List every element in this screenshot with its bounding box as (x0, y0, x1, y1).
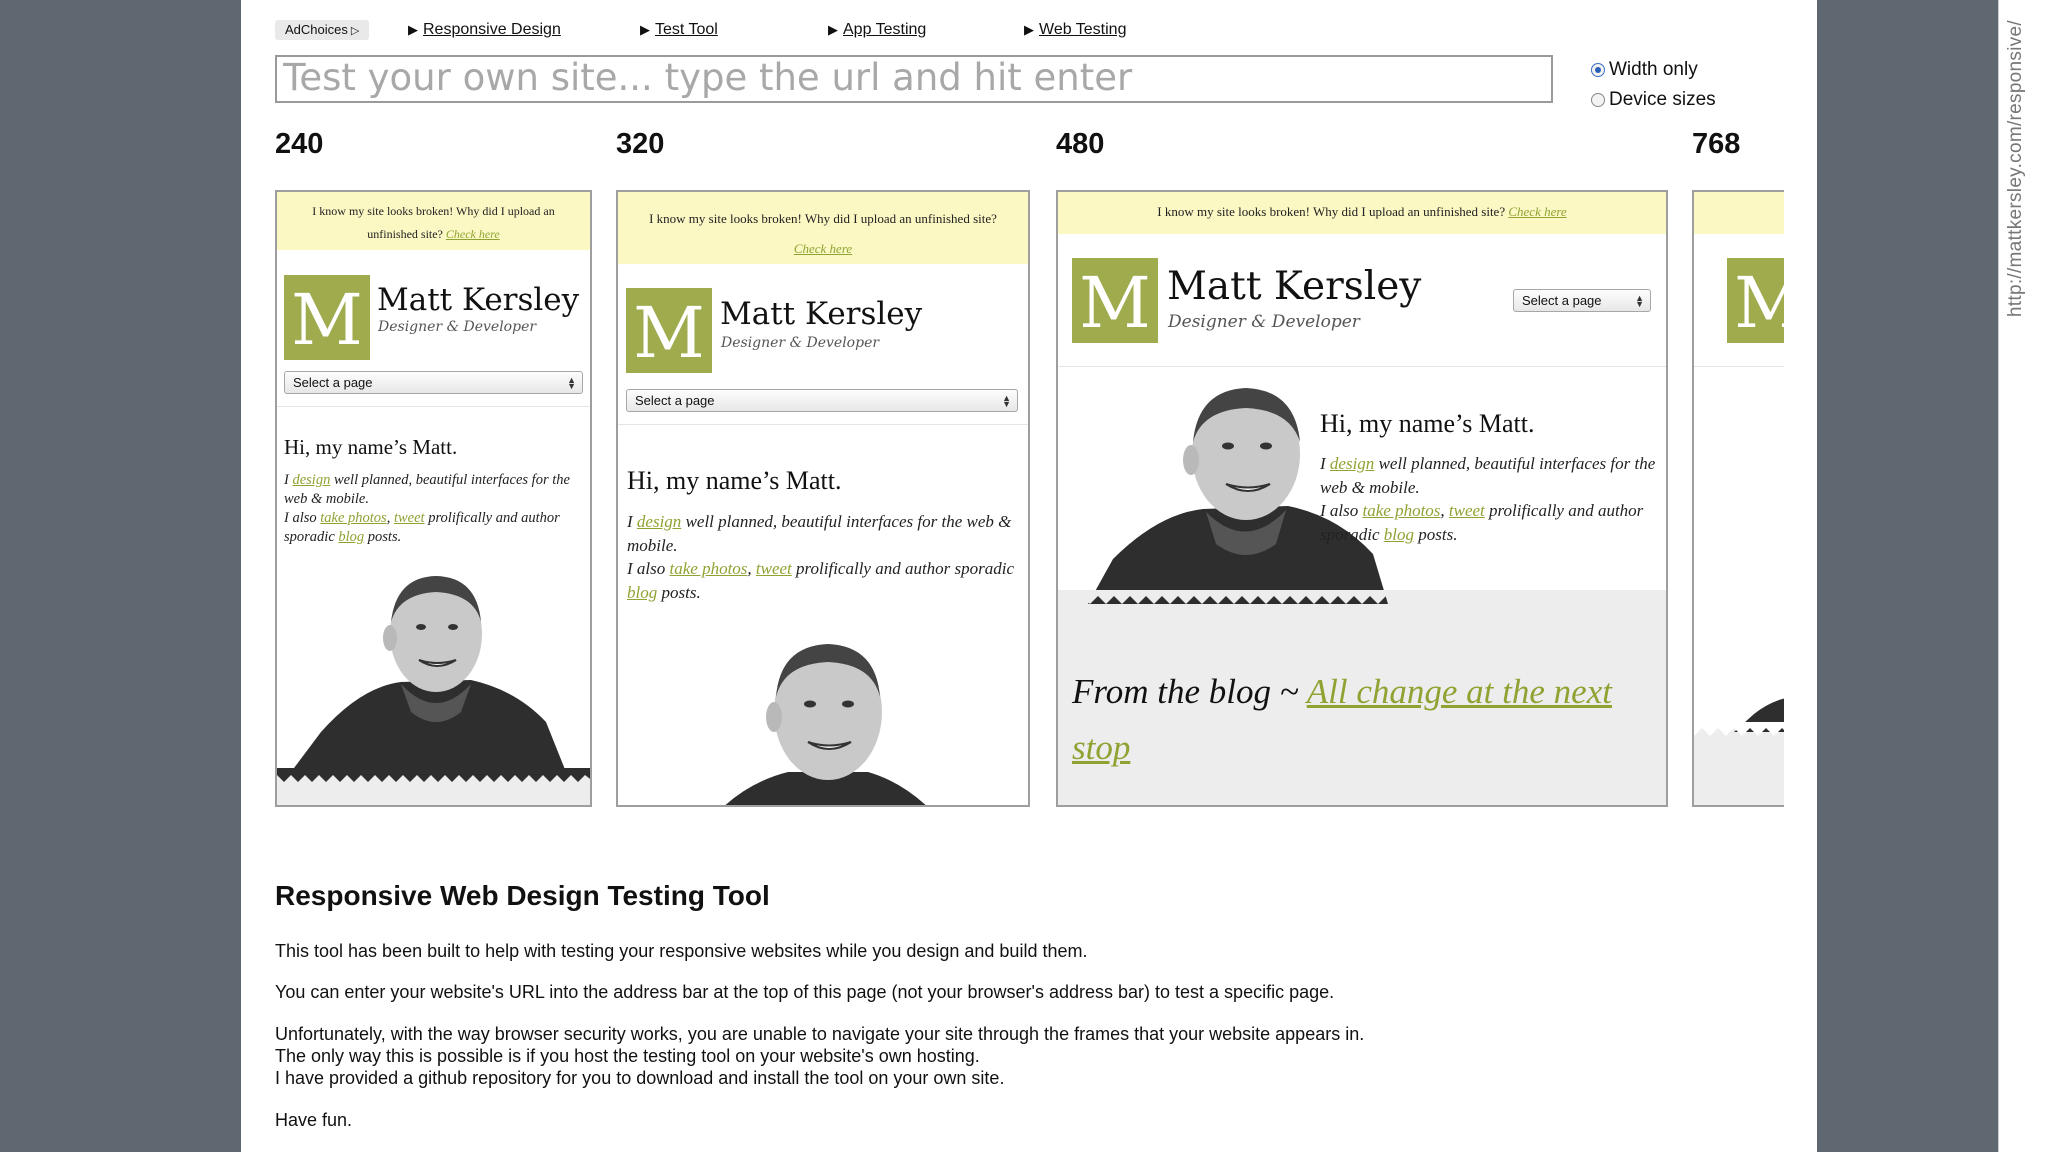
page-select[interactable]: Select a page ▲ ▼ (284, 371, 583, 394)
page-select[interactable]: Select a page ▲ ▼ (626, 389, 1018, 412)
zigzag-divider (1058, 590, 1666, 604)
divider (618, 424, 1028, 425)
width-label-320: 320 (616, 128, 665, 160)
paragraph: You can enter your website's URL into th… (275, 982, 1335, 1002)
nav-link-label: Responsive Design (423, 21, 561, 38)
greeting-heading: Hi, my name’s Matt. (284, 435, 458, 459)
divider (1058, 366, 1666, 367)
section-heading: Responsive Web Design Testing Tool (275, 880, 770, 911)
nav-link-web-testing[interactable]: ▶ Web Testing (1024, 20, 1126, 40)
width-label-480: 480 (1056, 128, 1105, 160)
play-arrow-icon: ▶ (828, 22, 838, 37)
chevron-updown-icon: ▲ ▼ (1635, 292, 1644, 309)
play-arrow-icon: ▶ (640, 22, 650, 37)
tweet-link[interactable]: tweet (394, 510, 425, 526)
blog-link[interactable]: blog (1384, 525, 1414, 544)
portrait-photo (725, 644, 926, 805)
take-photos-link[interactable]: take photos (1363, 501, 1441, 520)
paragraph: This tool has been built to help with te… (275, 941, 1088, 961)
radio-button-checked[interactable] (1591, 63, 1605, 77)
banner-link[interactable]: Check here (794, 241, 852, 256)
logo-m: M (1727, 258, 1784, 344)
banner-link[interactable]: Check here (1508, 204, 1566, 219)
chevron-updown-icon: ▲ ▼ (567, 374, 576, 391)
paragraph: Unfortunately, with the way browser secu… (275, 1024, 1365, 1088)
preview-frame-320[interactable]: I know my site looks broken! Why did I u… (616, 190, 1030, 807)
site-name: Matt Kersley (377, 282, 580, 318)
nav-link-label: Test Tool (655, 21, 718, 38)
zigzag-divider (277, 768, 590, 782)
play-arrow-icon: ▶ (408, 22, 418, 37)
take-photos-link[interactable]: take photos (670, 559, 748, 578)
adchoices-label: AdChoices (285, 22, 348, 37)
preview-frame-768[interactable]: M (1692, 190, 1784, 807)
radio-label: Width only (1609, 59, 1698, 80)
warning-banner: I know my site looks broken! Why did I u… (618, 192, 1028, 264)
design-link[interactable]: design (292, 472, 330, 488)
nav-link-test-tool[interactable]: ▶ Test Tool (640, 20, 718, 40)
radio-button[interactable] (1591, 93, 1605, 107)
width-label-240: 240 (275, 128, 324, 160)
adchoices-icon: ▷ (350, 25, 360, 37)
radio-device-sizes[interactable]: Device sizes (1591, 89, 1716, 111)
divider (1694, 366, 1784, 367)
blog-prefix: From the blog ~ (1072, 672, 1299, 711)
banner-text: I know my site looks broken! Why did I u… (649, 211, 997, 226)
tweet-link[interactable]: tweet (1449, 501, 1485, 520)
select-label: Select a page (635, 393, 715, 408)
take-photos-link[interactable]: take photos (320, 510, 386, 526)
source-url: http://mattkersley.com/responsive/ (2005, 20, 2026, 318)
adchoices-badge[interactable]: AdChoices ▷ (275, 20, 370, 40)
greeting-heading: Hi, my name’s Matt. (1320, 409, 1535, 438)
divider (277, 406, 590, 407)
url-input[interactable] (277, 57, 1551, 101)
play-arrow-icon: ▶ (1024, 22, 1034, 37)
warning-banner (1694, 192, 1784, 234)
design-link[interactable]: design (637, 512, 681, 531)
warning-banner: I know my site looks broken! Why did I u… (1058, 192, 1666, 234)
tweet-link[interactable]: tweet (756, 559, 792, 578)
logo-m: M (626, 288, 712, 374)
logo-m: M (1072, 258, 1158, 344)
banner-link[interactable]: Check here (446, 227, 500, 241)
intro-paragraph: I design well planned, beautiful interfa… (1320, 454, 1656, 544)
zigzag-divider (1694, 722, 1784, 736)
site-tagline: Designer & Developer (1168, 312, 1360, 332)
nav-link-app-testing[interactable]: ▶ App Testing (828, 20, 926, 40)
site-tagline: Designer & Developer (721, 335, 880, 351)
intro-paragraph: I design well planned, beautiful interfa… (627, 512, 1015, 602)
source-url-strip: http://mattkersley.com/responsive/ (1998, 0, 2048, 1152)
warning-banner: I know my site looks broken! Why did I u… (277, 192, 590, 250)
blog-link[interactable]: blog (338, 529, 364, 545)
page-select[interactable]: Select a page ▲ ▼ (1513, 289, 1651, 312)
banner-text: I know my site looks broken! Why did I u… (1157, 204, 1506, 219)
width-label-768: 768 (1692, 128, 1741, 160)
preview-frame-240[interactable]: I know my site looks broken! Why did I u… (275, 190, 592, 807)
banner-text: I know my site looks broken! Why did I u… (312, 204, 555, 241)
nav-link-label: Web Testing (1039, 21, 1127, 38)
url-field (275, 55, 1553, 103)
site-name: Matt Kersley (1167, 264, 1422, 309)
paragraph: Have fun. (275, 1110, 353, 1130)
radio-label: Device sizes (1609, 89, 1716, 110)
intro-paragraph: I design well planned, beautiful interfa… (284, 472, 570, 545)
blog-teaser: From the blog ~ All change at the next s… (1072, 664, 1657, 776)
logo-m: M (284, 275, 370, 361)
select-label: Select a page (1522, 293, 1602, 308)
nav-link-responsive-design[interactable]: ▶ Responsive Design (408, 20, 561, 40)
radio-width-only[interactable]: Width only (1591, 59, 1698, 81)
chevron-updown-icon: ▲ ▼ (1002, 392, 1011, 409)
preview-frame-480[interactable]: I know my site looks broken! Why did I u… (1056, 190, 1668, 807)
design-link[interactable]: design (1330, 454, 1374, 473)
nav-link-label: App Testing (843, 21, 927, 38)
site-tagline: Designer & Developer (378, 319, 537, 335)
slide-page: AdChoices ▷ ▶ Responsive Design ▶ Test Tool… (241, 0, 1817, 1152)
greeting-heading: Hi, my name’s Matt. (627, 466, 842, 495)
select-label: Select a page (293, 375, 373, 390)
site-name: Matt Kersley (720, 296, 923, 332)
portrait-photo (291, 576, 566, 772)
blog-link[interactable]: blog (627, 583, 657, 602)
